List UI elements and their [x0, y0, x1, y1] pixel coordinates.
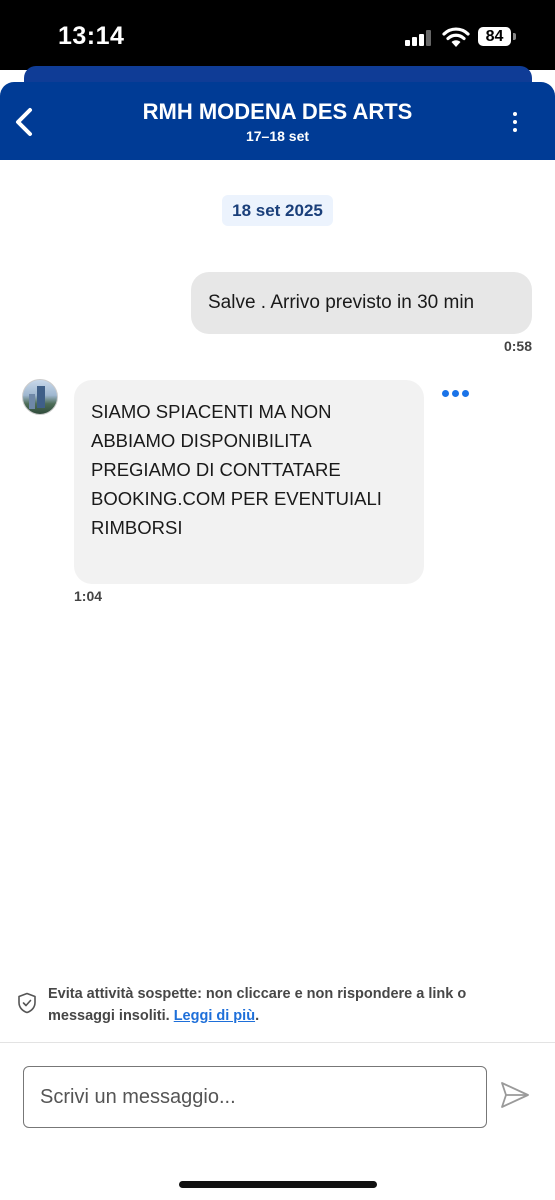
message-line: ABBIAMO DISPONIBILITA: [91, 430, 312, 451]
more-options-button[interactable]: [502, 108, 528, 136]
status-time: 13:14: [58, 22, 125, 50]
message-timestamp: 0:58: [503, 338, 532, 354]
safety-warning: Evita attività sospette: non cliccare e …: [0, 980, 555, 1030]
message-timestamp: 1:04: [74, 588, 103, 604]
composer-divider: [0, 1042, 555, 1043]
incoming-message[interactable]: SIAMO SPIACENTI MA NON ABBIAMO DISPONIBI…: [74, 380, 424, 584]
send-icon: [501, 1082, 529, 1108]
send-button[interactable]: [500, 1080, 530, 1110]
message-line: RIMBORSI: [91, 517, 183, 538]
message-line: BOOKING.COM PER EVENTUIALI: [91, 488, 382, 509]
status-bar: 13:14 84: [0, 0, 555, 70]
battery-tip: [513, 33, 516, 40]
home-indicator: [179, 1181, 377, 1188]
battery-indicator: 84: [478, 27, 511, 46]
chat-header: RMH MODENA DES ARTS 17–18 set: [0, 82, 555, 160]
message-text: Salve . Arrivo previsto in 30 min: [208, 292, 475, 313]
read-more-link[interactable]: Leggi di più: [174, 1008, 255, 1024]
outgoing-message[interactable]: Salve . Arrivo previsto in 30 min: [191, 272, 532, 334]
cellular-signal-icon: [405, 30, 433, 46]
warning-suffix: .: [255, 1008, 260, 1024]
message-input[interactable]: [23, 1066, 487, 1128]
message-line: PREGIAMO DI CONTTATARE: [91, 459, 341, 480]
hotel-avatar: [22, 379, 58, 415]
stay-dates: 17–18 set: [245, 128, 310, 144]
message-line: SIAMO SPIACENTI MA NON: [91, 401, 332, 422]
date-separator: 18 set 2025: [222, 195, 333, 226]
shield-check-icon: [18, 992, 36, 1014]
message-options-button[interactable]: [440, 385, 472, 401]
page-title: RMH MODENA DES ARTS: [142, 99, 413, 124]
wifi-icon: [442, 27, 470, 47]
warning-text: Evita attività sospette: non cliccare e …: [48, 983, 518, 1027]
